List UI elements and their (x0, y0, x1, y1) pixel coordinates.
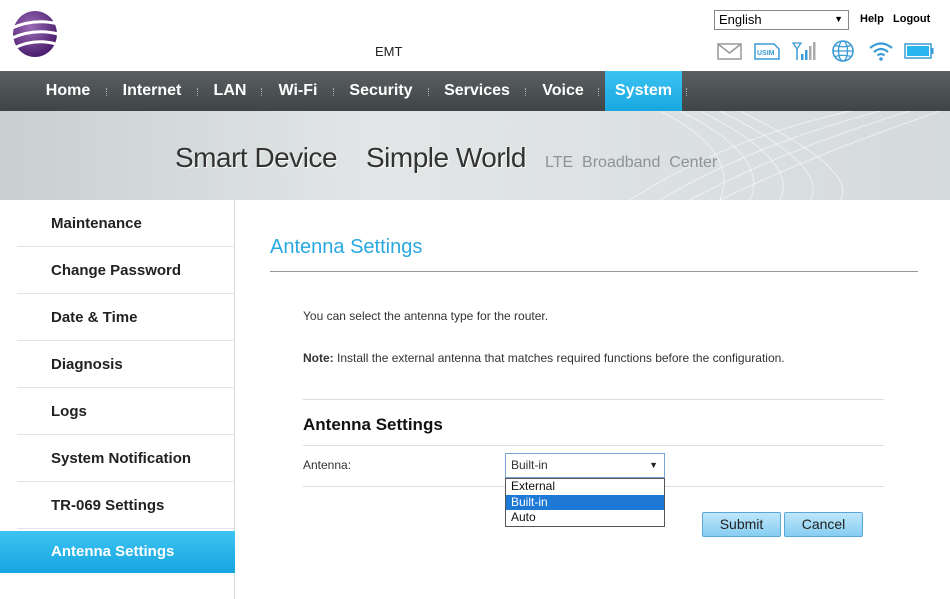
nav-divider (428, 88, 430, 96)
sidebar-item-date-time[interactable]: Date & Time (17, 294, 235, 341)
signal-icon (791, 42, 816, 60)
nav-divider (197, 88, 199, 96)
svg-text:USIM: USIM (757, 50, 775, 57)
divider (270, 271, 918, 272)
divider (303, 445, 884, 446)
nav-divider (598, 88, 600, 96)
globe-icon (832, 40, 854, 62)
nav-services[interactable]: Services (437, 71, 517, 111)
language-value: English (719, 12, 762, 27)
help-link[interactable]: Help (860, 13, 884, 25)
section-title: Antenna Settings (303, 415, 443, 434)
sidebar-item-diagnosis[interactable]: Diagnosis (17, 341, 235, 388)
nav-internet[interactable]: Internet (115, 71, 189, 111)
antenna-select-value: Built-in (511, 458, 548, 472)
nav-home[interactable]: Home (36, 71, 100, 111)
sidebar-item-antenna-settings[interactable]: Antenna Settings (0, 531, 235, 573)
page-title: Antenna Settings (270, 236, 423, 258)
banner-subtitle: LTE Broadband Center (545, 154, 718, 171)
header: EMT English ▼ Help Logout USIM (0, 0, 950, 71)
note-label: Note: (303, 351, 334, 365)
nav-divider (333, 88, 335, 96)
cancel-button[interactable]: Cancel (784, 512, 863, 537)
nav-lan[interactable]: LAN (206, 71, 254, 111)
operator-name: EMT (375, 44, 403, 59)
note-text: Note: Install the external antenna that … (303, 351, 785, 365)
divider (303, 399, 884, 400)
description-text: You can select the antenna type for the … (303, 309, 549, 323)
sidebar-item-system-notification[interactable]: System Notification (17, 435, 235, 482)
sidebar-item-change-password[interactable]: Change Password (17, 247, 235, 294)
dropdown-option-auto[interactable]: Auto (506, 510, 664, 526)
chevron-down-icon: ▼ (834, 14, 843, 24)
wifi-icon (869, 42, 893, 61)
envelope-icon[interactable] (717, 40, 742, 62)
sidebar-item-logs[interactable]: Logs (17, 388, 235, 435)
antenna-dropdown-list: External Built-in Auto (505, 478, 665, 527)
nav-divider (525, 88, 527, 96)
main-nav: Home Internet LAN Wi-Fi Security Service… (0, 71, 950, 111)
nav-security[interactable]: Security (342, 71, 420, 111)
banner-slogan-1: Smart Device (175, 142, 338, 173)
sidebar: Maintenance Change Password Date & Time … (0, 200, 235, 599)
logout-link[interactable]: Logout (893, 13, 930, 25)
antenna-select[interactable]: Built-in ▼ (505, 453, 665, 478)
dropdown-option-built-in[interactable]: Built-in (506, 494, 664, 510)
sidebar-item-tr069-settings[interactable]: TR-069 Settings (17, 482, 235, 529)
operator-logo (11, 11, 59, 57)
dropdown-option-external[interactable]: External (506, 479, 664, 495)
nav-voice[interactable]: Voice (534, 71, 592, 111)
language-select[interactable]: English ▼ (714, 10, 849, 30)
nav-divider (106, 88, 108, 96)
nav-system[interactable]: System (605, 71, 682, 111)
usim-icon: USIM (754, 43, 780, 60)
antenna-label: Antenna: (303, 458, 352, 472)
note-body: Install the external antenna that matche… (333, 351, 785, 365)
nav-divider (261, 88, 263, 96)
submit-button[interactable]: Submit (702, 512, 781, 537)
battery-icon (904, 43, 934, 59)
banner-slogan-2: Simple World (366, 142, 526, 173)
chevron-down-icon: ▼ (649, 460, 658, 470)
nav-divider (686, 88, 688, 96)
banner: Smart Device Simple World LTE Broadband … (0, 111, 950, 200)
nav-wifi[interactable]: Wi-Fi (270, 71, 326, 111)
sidebar-item-maintenance[interactable]: Maintenance (17, 200, 235, 247)
